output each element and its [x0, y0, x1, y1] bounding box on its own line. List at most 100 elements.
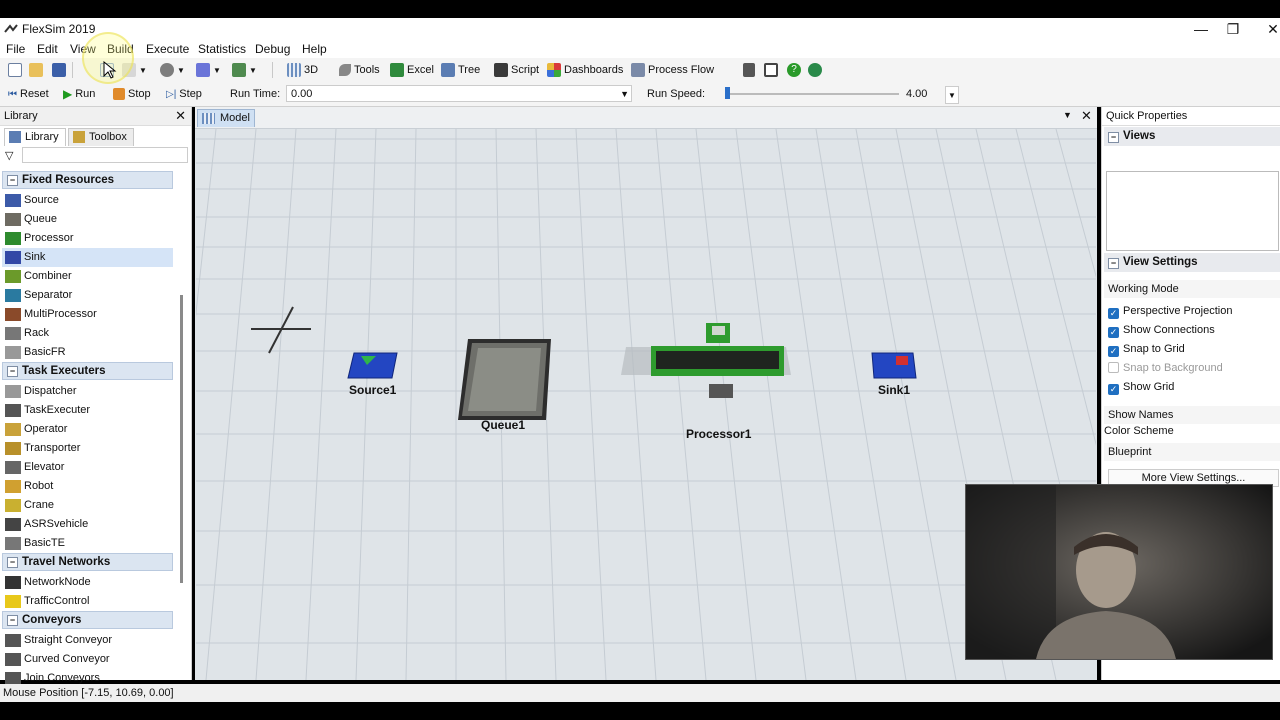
script-button[interactable]: Script — [494, 62, 539, 78]
library-item-combiner[interactable]: Combiner — [2, 267, 173, 286]
menu-file[interactable]: File — [6, 42, 25, 56]
views-list[interactable] — [1106, 171, 1279, 251]
library-item-transporter[interactable]: Transporter — [2, 439, 173, 458]
new-model-icon[interactable] — [8, 62, 22, 78]
open-folder-icon[interactable] — [29, 62, 43, 78]
library-category-conveyors[interactable]: − Conveyors — [2, 611, 173, 629]
library-item-sink[interactable]: Sink — [2, 248, 173, 267]
library-item-processor[interactable]: Processor — [2, 229, 173, 248]
source1-object[interactable] — [347, 352, 398, 379]
library-item-rack[interactable]: Rack — [2, 324, 173, 343]
library-category-fixed-resources[interactable]: − Fixed Resources — [2, 171, 173, 189]
globe-icon[interactable] — [808, 62, 822, 78]
excel-button[interactable]: Excel — [390, 62, 434, 78]
restore-button[interactable]: ❐ — [1218, 20, 1248, 38]
menu-debug[interactable]: Debug — [255, 42, 290, 56]
reset-button[interactable]: ⏮ Reset — [8, 86, 49, 102]
view-settings-section-header[interactable]: − View Settings — [1104, 253, 1280, 272]
select-shape-icon[interactable]: ▼ — [196, 62, 221, 78]
view-3d-button[interactable]: 3D — [287, 62, 318, 78]
tree-button[interactable]: Tree — [441, 62, 480, 78]
menu-edit[interactable]: Edit — [37, 42, 58, 56]
library-item-crane[interactable]: Crane — [2, 496, 173, 515]
close-icon[interactable]: ✕ — [175, 107, 186, 125]
checkbox-snap-to-background[interactable]: Snap to Background — [1108, 362, 1223, 374]
menu-statistics[interactable]: Statistics — [198, 42, 246, 56]
collapse-icon[interactable]: − — [7, 175, 18, 186]
collapse-icon[interactable]: − — [7, 557, 18, 568]
library-item-robot[interactable]: Robot — [2, 477, 173, 496]
checkbox-snap-to-grid[interactable]: ✓ Snap to Grid — [1108, 343, 1185, 357]
checkbox-checked-icon[interactable]: ✓ — [1108, 327, 1119, 338]
library-category-task-executers[interactable]: − Task Executers — [2, 362, 173, 380]
collapse-icon[interactable]: − — [7, 615, 18, 626]
help-icon[interactable]: ? — [787, 62, 801, 78]
minimize-button[interactable]: — — [1186, 20, 1216, 38]
checkbox-checked-icon[interactable]: ✓ — [1108, 346, 1119, 357]
views-section-header[interactable]: − Views — [1104, 127, 1280, 146]
menu-execute[interactable]: Execute — [146, 42, 189, 56]
library-scrollbar[interactable] — [180, 295, 183, 583]
checkbox-show-grid[interactable]: ✓ Show Grid — [1108, 381, 1174, 395]
working-mode-dropdown[interactable]: Working Mode — [1104, 280, 1280, 298]
run-time-field[interactable]: 0.00 ▼ — [286, 85, 632, 102]
chevron-down-icon[interactable]: ▼ — [620, 86, 629, 103]
library-item-straight-conveyor[interactable]: Straight Conveyor — [2, 631, 173, 650]
save-icon[interactable] — [52, 62, 66, 78]
library-item-source[interactable]: Source — [2, 191, 173, 210]
library-item-basicte[interactable]: BasicTE — [2, 534, 173, 553]
run-button[interactable]: ▶ Run — [63, 86, 95, 102]
library-item-label: Operator — [24, 423, 68, 435]
tools-button[interactable]: Tools — [339, 62, 380, 78]
checkbox-label: Snap to Grid — [1123, 343, 1185, 355]
dashboards-button[interactable]: Dashboards — [547, 62, 623, 78]
library-header: Library ✕ — [0, 107, 191, 126]
library-item-label: ASRSvehicle — [24, 518, 89, 530]
basicte-icon — [5, 537, 21, 550]
checkbox-perspective-projection[interactable]: ✓ Perspective Projection — [1108, 305, 1232, 319]
close-window-button[interactable]: ✕ — [1258, 20, 1280, 38]
checkbox-show-connections[interactable]: ✓ Show Connections — [1108, 324, 1215, 338]
library-item-curved-conveyor[interactable]: Curved Conveyor — [2, 650, 173, 669]
tab-toolbox[interactable]: Toolbox — [68, 128, 134, 146]
library-item-multiprocessor[interactable]: MultiProcessor — [2, 305, 173, 324]
create-objects-icon[interactable]: ▼ — [160, 62, 185, 78]
queue1-object[interactable] — [458, 339, 551, 420]
checkbox-checked-icon[interactable]: ✓ — [1108, 384, 1119, 395]
library-item-taskexecuter[interactable]: TaskExecuter — [2, 401, 173, 420]
library-item-queue[interactable]: Queue — [2, 210, 173, 229]
stop-button[interactable]: Stop — [113, 86, 151, 102]
library-filter-input[interactable] — [22, 147, 188, 163]
run-speed-slider-thumb[interactable] — [725, 87, 730, 99]
show-names-dropdown[interactable]: Show Names — [1104, 406, 1280, 424]
panel-icon[interactable] — [764, 62, 778, 78]
library-item-elevator[interactable]: Elevator — [2, 458, 173, 477]
process-flow-button[interactable]: Process Flow — [631, 62, 714, 78]
library-item-operator[interactable]: Operator — [2, 420, 173, 439]
library-item-basicfr[interactable]: BasicFR — [2, 343, 173, 362]
library-item-separator[interactable]: Separator — [2, 286, 173, 305]
layout-icon[interactable] — [743, 62, 755, 78]
step-button[interactable]: ▷| Step — [166, 86, 202, 102]
library-item-asrsvehicle[interactable]: ASRSvehicle — [2, 515, 173, 534]
close-model-icon[interactable]: ✕ — [1081, 108, 1092, 124]
edit-selected-icon[interactable]: ▼ — [232, 62, 257, 78]
checkbox-unchecked-icon[interactable] — [1108, 362, 1119, 373]
menu-help[interactable]: Help — [302, 42, 327, 56]
tab-model[interactable]: Model — [197, 109, 255, 127]
run-speed-dropdown[interactable]: ▼ — [945, 86, 959, 104]
collapse-icon[interactable]: − — [7, 366, 18, 377]
model-view[interactable]: Model ▼ ✕ Source1 Queue1 Processor1 Sink… — [195, 107, 1097, 680]
checkbox-checked-icon[interactable]: ✓ — [1108, 308, 1119, 319]
tab-library[interactable]: Library — [4, 128, 66, 146]
color-scheme-dropdown[interactable]: Blueprint — [1104, 443, 1280, 461]
sink1-object[interactable] — [871, 352, 917, 379]
run-speed-track[interactable] — [727, 93, 899, 95]
library-item-networknode[interactable]: NetworkNode — [2, 573, 173, 592]
library-category-label: Travel Networks — [22, 556, 111, 568]
library-category-travel-networks[interactable]: − Travel Networks — [2, 553, 173, 571]
library-item-dispatcher[interactable]: Dispatcher — [2, 382, 173, 401]
chevron-down-icon[interactable]: ▼ — [1063, 110, 1072, 120]
library-item-trafficcontrol[interactable]: TrafficControl — [2, 592, 173, 611]
model-grid[interactable] — [196, 129, 1096, 680]
